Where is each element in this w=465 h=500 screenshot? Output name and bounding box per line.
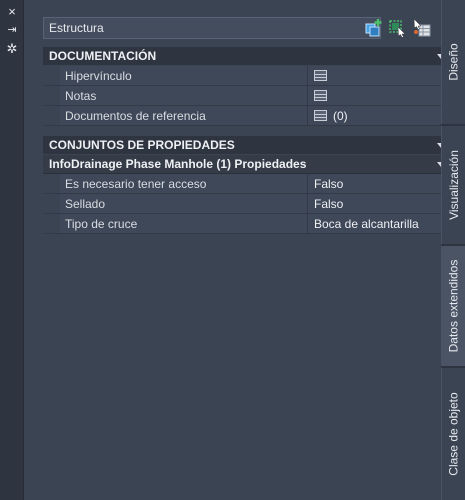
object-type-dropdown[interactable]: Estructura <box>43 17 381 39</box>
property-value[interactable] <box>308 66 453 85</box>
tab-label: Visualización <box>446 150 461 220</box>
property-row-access-required[interactable]: Es necesario tener acceso Falso <box>43 174 453 194</box>
section-title: CONJUNTOS DE PROPIEDADES <box>49 138 235 152</box>
property-value[interactable]: Falso <box>308 194 453 213</box>
quick-select-button[interactable] <box>388 18 408 38</box>
properties-panel: Estructura DOCUMENTACIÓN Hipervínculo No… <box>24 0 453 500</box>
property-label: Sellado <box>60 194 308 213</box>
property-value[interactable] <box>308 86 453 105</box>
property-grid: DOCUMENTACIÓN Hipervínculo Notas Documen… <box>43 47 453 234</box>
property-label: Es necesario tener acceso <box>60 174 308 193</box>
property-row-reference-documents[interactable]: Documentos de referencia (0) <box>43 106 453 126</box>
table-icon[interactable] <box>314 110 327 121</box>
add-selection-button[interactable] <box>364 18 384 38</box>
close-icon[interactable]: × <box>4 3 20 19</box>
tab-label: Diseño <box>446 43 461 81</box>
palette-tabs: Diseño Visualización Datos extendidos Cl… <box>441 0 465 500</box>
auto-hide-icon[interactable]: ⇥ <box>4 22 20 38</box>
property-value[interactable]: Falso <box>308 174 453 193</box>
tab-label: Datos extendidos <box>446 259 461 353</box>
property-row-notes[interactable]: Notas <box>43 86 453 106</box>
select-objects-icon <box>413 18 431 37</box>
property-row-hyperlink[interactable]: Hipervínculo <box>43 66 453 86</box>
add-selection-icon <box>365 19 382 37</box>
property-value-text: (0) <box>333 108 348 123</box>
tab-design[interactable]: Diseño <box>441 0 465 124</box>
subsection-header-property-set[interactable]: InfoDrainage Phase Manhole (1) Propiedad… <box>43 155 453 174</box>
subsection-title: InfoDrainage Phase Manhole (1) Propiedad… <box>49 157 307 171</box>
select-objects-button[interactable] <box>412 18 432 38</box>
property-value[interactable]: (0) <box>308 106 453 125</box>
property-label: Tipo de cruce <box>60 214 308 233</box>
table-icon[interactable] <box>314 70 327 81</box>
property-value[interactable]: Boca de alcantarilla <box>308 214 453 233</box>
tab-label: Clase de objeto <box>446 392 461 476</box>
object-type-value: Estructura <box>49 21 104 35</box>
section-header-property-sets[interactable]: CONJUNTOS DE PROPIEDADES <box>43 136 453 155</box>
property-label: Hipervínculo <box>60 66 308 85</box>
tab-object-class[interactable]: Clase de objeto <box>441 368 465 500</box>
property-row-sealed[interactable]: Sellado Falso <box>43 194 453 214</box>
property-row-crossing-type[interactable]: Tipo de cruce Boca de alcantarilla <box>43 214 453 234</box>
quick-select-icon <box>389 20 406 38</box>
tab-extended-data[interactable]: Datos extendidos <box>441 246 465 366</box>
property-label: Notas <box>60 86 308 105</box>
section-header-documentation[interactable]: DOCUMENTACIÓN <box>43 47 453 66</box>
tab-display[interactable]: Visualización <box>441 126 465 244</box>
palette-title-strip: × ⇥ ✲ <box>0 0 24 500</box>
table-icon[interactable] <box>314 90 327 101</box>
section-title: DOCUMENTACIÓN <box>49 49 157 63</box>
property-label: Documentos de referencia <box>60 106 308 125</box>
properties-settings-icon[interactable]: ✲ <box>4 40 20 56</box>
